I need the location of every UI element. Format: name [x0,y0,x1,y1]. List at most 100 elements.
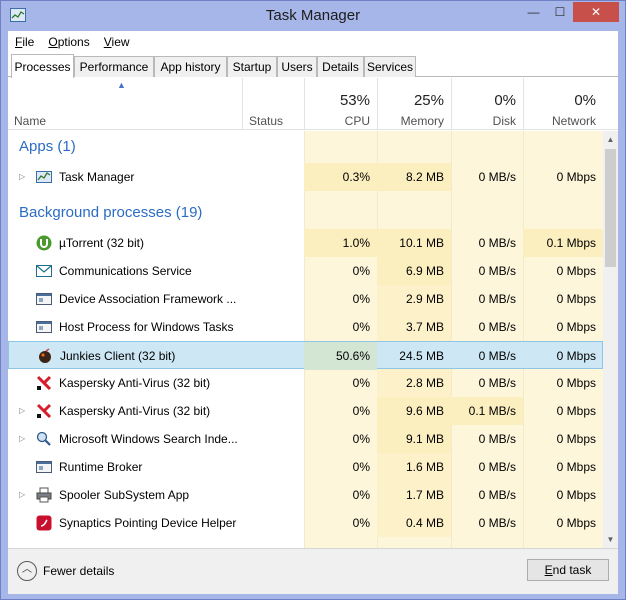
column-header-name[interactable]: ▲ Name [8,78,242,130]
chevron-up-icon[interactable]: ︿ [17,561,37,581]
mail-icon [36,263,52,279]
memory-value: 1.6 MB [377,453,451,481]
cpu-value: 0% [352,320,370,334]
vertical-scrollbar[interactable]: ▲ ▼ [603,131,618,548]
expand-arrow-icon[interactable]: ▷ [19,425,25,453]
cpu-value: 1.0% [304,229,377,257]
expand-arrow-icon[interactable]: ▷ [19,397,25,425]
menu-bar: File Options View [8,31,618,53]
cpu-value: 0% [352,292,370,306]
process-row[interactable]: Junkies Client (32 bit) 50.6% 24.5 MB 0 MB/… [8,341,603,370]
maximize-button[interactable]: ☐ [547,2,573,22]
disk-value: 0.1 MB/s [451,397,523,425]
menu-view[interactable]: View [104,35,130,49]
process-row[interactable]: µTorrent (32 bit) 1.0% 10.1 MB 0 MB/s 0.1 Mb… [8,229,603,257]
search-indexer-icon [36,431,52,447]
process-row[interactable]: Communications Service 0% 6.9 MB 0 MB/s 0 Mb… [8,257,603,285]
disk-value: 0 MB/s [478,488,516,502]
process-name: Junkies Client (32 bit) [60,349,176,363]
process-name: Runtime Broker [59,460,143,474]
disk-value: 0 MB/s [478,170,516,184]
tab-strip: Processes Performance App history Startu… [8,54,618,78]
process-row[interactable]: Device Association Framework ... 0% 2.9 MB… [8,285,603,313]
disk-value: 0 MB/s [478,432,516,446]
disk-value: 0 MB/s [478,349,516,363]
tab-details[interactable]: Details [317,56,364,77]
column-header-status[interactable]: Status [242,78,304,130]
network-value: 0 Mbps [556,170,596,184]
tab-startup[interactable]: Startup [227,56,277,77]
process-name: µTorrent (32 bit) [59,236,144,250]
network-value: 0 Mbps [556,349,596,363]
end-task-button[interactable]: End task [527,559,609,581]
process-row[interactable]: ▷ Spooler SubSystem App 0% 1.7 MB 0 MB/s 0 Mb… [8,481,603,509]
expand-arrow-icon[interactable]: ▷ [19,163,25,191]
process-row[interactable]: ▷ Microsoft Windows Search Inde... 0% 9.1 M… [8,425,603,453]
process-row[interactable]: ▷ Task Manager 0.3% 8.2 MB 0 MB/s 0 Mbps [8,163,603,191]
column-header-row: ▲ Name Status 53% CPU 25% Memory 0% Disk [8,78,618,130]
group-header-background[interactable]: Background processes (19) [8,197,603,225]
menu-options-mnemonic: O [48,35,58,49]
junkies-client-icon [37,348,53,364]
cpu-value: 0% [352,488,370,502]
disk-value: 0 MB/s [478,236,516,250]
network-value: 0 Mbps [556,292,596,306]
process-name: Spooler SubSystem App [59,488,190,502]
process-list: Apps (1) Background processes (19) ▷ Task… [8,131,603,548]
process-row[interactable]: Synaptics Pointing Device Helper 0% 0.4 MB… [8,509,603,537]
menu-file[interactable]: File [15,35,34,49]
group-header-apps[interactable]: Apps (1) [8,131,603,159]
cpu-total-percent: 53% [339,92,370,109]
cpu-value: 0% [352,404,370,418]
memory-value: 1.7 MB [377,481,451,509]
menu-view-mnemonic: V [103,35,112,49]
menu-options-rest: ptions [57,35,90,49]
memory-value: 24.5 MB [399,349,444,363]
memory-value: 9.6 MB [377,397,451,425]
close-button[interactable]: ✕ [573,2,619,22]
column-header-network[interactable]: 0% Network [523,78,603,130]
tab-services[interactable]: Services [364,56,416,77]
group-apps-label: Apps (1) [19,138,76,155]
process-row[interactable]: Host Process for Windows Tasks 0% 3.7 MB 0 … [8,313,603,341]
process-name: Task Manager [59,170,135,184]
expand-arrow-icon[interactable]: ▷ [19,481,25,509]
tab-app-history[interactable]: App history [154,56,227,77]
network-value: 0 Mbps [556,516,596,530]
title-bar[interactable]: Task Manager — ☐ ✕ [1,1,625,31]
tab-users[interactable]: Users [277,56,317,77]
cpu-value: 0.3% [304,163,377,191]
network-value: 0.1 Mbps [523,229,603,257]
client-area: File Options View Processes Performance … [8,31,618,594]
column-header-disk[interactable]: 0% Disk [451,78,523,130]
network-value: 0 Mbps [556,432,596,446]
network-value: 0 Mbps [556,376,596,390]
memory-value: 0.4 MB [377,509,451,537]
memory-value: 3.7 MB [377,313,451,341]
memory-value: 2.9 MB [377,285,451,313]
group-background-label: Background processes (19) [19,204,203,221]
utorrent-icon [36,235,52,251]
service-window-icon [36,291,52,307]
process-row[interactable]: Kaspersky Anti-Virus (32 bit) 0% 2.8 MB 0 M… [8,369,603,397]
kaspersky-icon [36,375,52,391]
disk-value: 0 MB/s [478,264,516,278]
menu-options[interactable]: Options [48,35,89,49]
fewer-details-link[interactable]: Fewer details [43,564,114,578]
tab-performance[interactable]: Performance [74,56,154,77]
process-grid: ▲ Name Status 53% CPU 25% Memory 0% Disk [8,78,618,548]
disk-value: 0 MB/s [478,460,516,474]
column-header-memory[interactable]: 25% Memory [377,78,451,130]
footer-bar: ︿ Fewer details End task [8,548,618,594]
disk-value: 0 MB/s [478,376,516,390]
process-name: Kaspersky Anti-Virus (32 bit) [59,376,211,390]
process-row[interactable]: ▷ Kaspersky Anti-Virus (32 bit) 0% 9.6 MB 0.… [8,397,603,425]
tab-processes[interactable]: Processes [11,54,74,78]
scroll-up-icon[interactable]: ▲ [603,131,618,148]
scroll-down-icon[interactable]: ▼ [603,531,618,548]
cpu-value: 0% [352,264,370,278]
process-row[interactable]: Runtime Broker 0% 1.6 MB 0 MB/s 0 Mbps [8,453,603,481]
minimize-button[interactable]: — [520,2,547,22]
scrollbar-thumb[interactable] [605,149,616,267]
column-header-cpu[interactable]: 53% CPU [304,78,377,130]
